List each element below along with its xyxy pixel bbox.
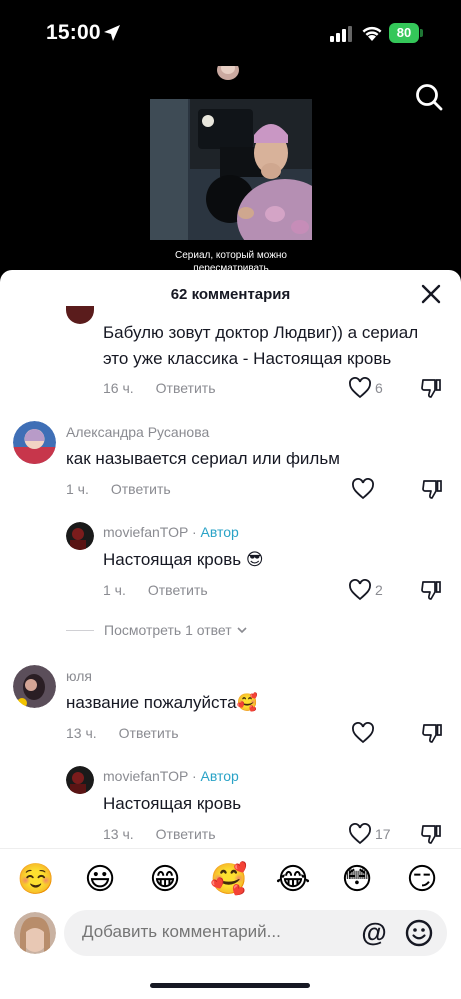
comments-sheet: 62 комментария Бабулю зовут доктор Людви… [0, 270, 461, 999]
author-badge: Автор [200, 524, 239, 540]
comment-input-box[interactable]: @ [64, 910, 447, 956]
chevron-down-icon [237, 627, 247, 634]
comment-avatar[interactable] [66, 766, 94, 794]
comment-time: 1 ч. [66, 481, 89, 497]
reply-button[interactable]: Ответить [119, 725, 179, 741]
comments-count-title: 62 комментария [170, 286, 291, 303]
reply-button[interactable]: Ответить [156, 826, 216, 842]
dislike-icon[interactable] [421, 722, 443, 744]
reply-button[interactable]: Ответить [148, 582, 208, 598]
close-icon[interactable] [419, 282, 443, 306]
emoji-quick-bar: ☺️ 😃 😁 🥰 😂 😳 😏 [0, 848, 461, 908]
comment-avatar[interactable] [13, 421, 56, 464]
wifi-icon [362, 26, 382, 41]
comment-text-line: это уже классика - Настоящая кровь [103, 349, 392, 368]
battery-level: 80 [389, 23, 419, 43]
emoji-picker-icon[interactable] [404, 918, 434, 948]
dislike-icon[interactable] [421, 478, 443, 500]
comment-time: 1 ч. [103, 582, 126, 598]
heart-icon[interactable] [351, 722, 375, 744]
author-separator: · [188, 524, 201, 540]
comment-meta: 13 ч. Ответить [66, 725, 179, 741]
like-count: 2 [375, 582, 383, 598]
comment-author[interactable]: юля [66, 668, 92, 684]
reply-button[interactable]: Ответить [111, 481, 171, 497]
author-badge: Автор [200, 768, 239, 784]
cellular-signal-icon [330, 26, 352, 42]
location-arrow-icon [104, 25, 120, 41]
emoji-button[interactable]: 😁 [145, 863, 185, 897]
status-time: 15:00 [46, 21, 101, 44]
heart-icon[interactable] [348, 377, 372, 399]
like-count: 6 [375, 380, 383, 396]
view-replies-button[interactable]: Посмотреть 1 ответ [66, 622, 248, 638]
reply-button[interactable]: Ответить [156, 380, 216, 396]
comment-time: 16 ч. [103, 380, 134, 396]
comment-text: Настоящая кровь [103, 794, 242, 813]
comment-text: как называется сериал или фильм [66, 449, 340, 468]
heart-icon[interactable] [348, 579, 372, 601]
heart-icon[interactable] [351, 478, 375, 500]
creator-avatar[interactable] [213, 66, 243, 82]
comment-input-row: @ [0, 908, 461, 968]
emoji-button[interactable]: 😏 [402, 863, 442, 897]
home-indicator [150, 983, 310, 988]
comment-avatar[interactable] [66, 522, 94, 550]
comment-time: 13 ч. [103, 826, 134, 842]
author-name[interactable]: moviefanTOP [103, 768, 188, 784]
dislike-icon[interactable] [420, 579, 442, 601]
dislike-icon[interactable] [420, 377, 442, 399]
comment-meta: 1 ч. Ответить [103, 582, 208, 598]
heart-icon[interactable] [348, 823, 372, 845]
comment-author[interactable]: Александра Русанова [66, 424, 209, 440]
emoji-button[interactable]: 😳 [337, 863, 377, 897]
comment-time: 13 ч. [66, 725, 97, 741]
dislike-icon[interactable] [420, 823, 442, 845]
battery-indicator: 80 [389, 23, 423, 43]
comment-meta: 13 ч. Ответить [103, 826, 216, 842]
comment-input[interactable] [82, 922, 352, 942]
author-separator: · [188, 768, 201, 784]
user-avatar[interactable] [14, 912, 56, 954]
emoji-button[interactable]: ☺️ [16, 863, 56, 897]
divider-line [66, 629, 94, 631]
video-scene-image [150, 99, 312, 240]
comment-avatar[interactable] [66, 306, 94, 324]
search-icon[interactable] [414, 82, 444, 112]
status-bar: 15:00 80 [0, 0, 461, 66]
video-thumbnail[interactable] [150, 99, 312, 240]
comment-author[interactable]: moviefanTOP · Автор [103, 524, 239, 540]
emoji-button[interactable]: 😂 [273, 863, 313, 897]
comment-meta: 16 ч. Ответить [103, 380, 216, 396]
comment-text: Бабулю зовут доктор Людвиг)) а сериал эт… [103, 320, 418, 372]
comment-avatar[interactable] [13, 665, 56, 708]
emoji-button[interactable]: 😃 [80, 863, 120, 897]
comment-text: название пожалуйста🥰 [66, 693, 258, 712]
comment-author[interactable]: moviefanTOP · Автор [103, 768, 239, 784]
comment-meta: 1 ч. Ответить [66, 481, 171, 497]
view-replies-label: Посмотреть 1 ответ [104, 622, 232, 638]
emoji-button[interactable]: 🥰 [209, 863, 249, 897]
battery-tip [420, 29, 423, 37]
comment-text: Настоящая кровь 😎 [103, 550, 264, 569]
mention-icon[interactable]: @ [360, 918, 388, 946]
comment-text-line: Бабулю зовут доктор Людвиг)) а сериал [103, 323, 419, 342]
video-background: 15:00 80 Сериал, который можно пересматр… [0, 0, 461, 300]
like-count: 17 [375, 826, 391, 842]
author-name[interactable]: moviefanTOP [103, 524, 188, 540]
